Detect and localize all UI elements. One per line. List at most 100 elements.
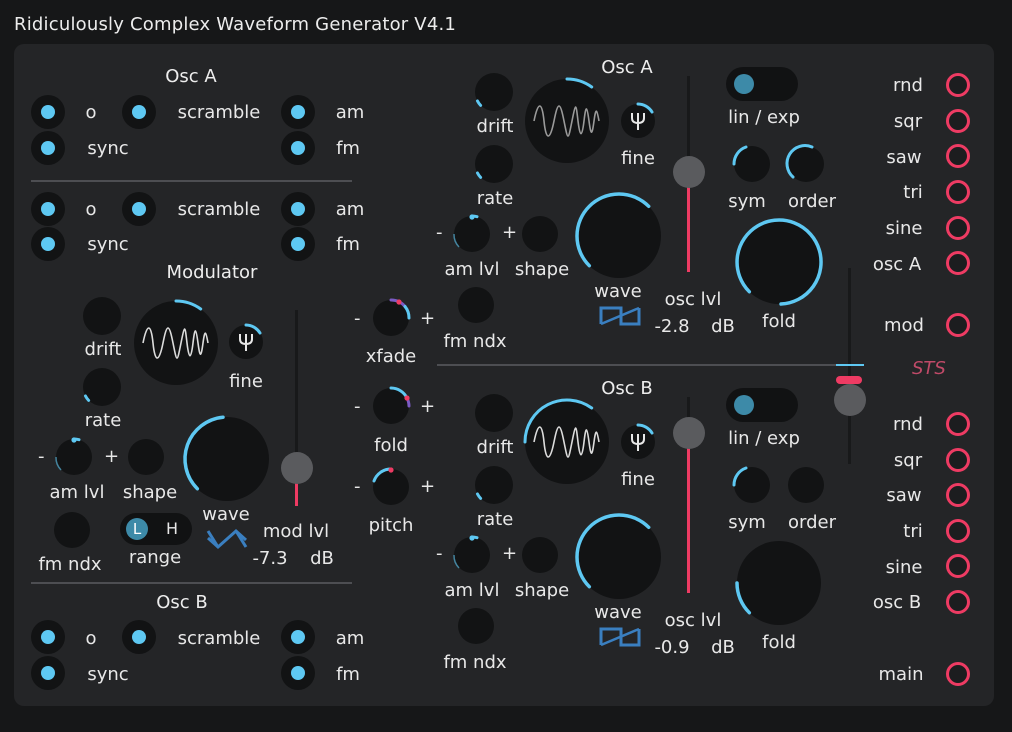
osc-a-fine-knob[interactable] — [618, 101, 658, 141]
out-a-0-label: rnd — [893, 75, 923, 96]
out-a-tri-jack[interactable] — [946, 180, 970, 204]
out-a-2-label: saw — [886, 147, 922, 168]
toggle-scramble-mid[interactable] — [122, 192, 156, 226]
osc-a-shape-label: shape — [514, 259, 570, 280]
out-b-5-label: osc B — [872, 592, 922, 613]
out-b-sqr-jack[interactable] — [946, 448, 970, 472]
out-b-4-label: sine — [885, 557, 923, 578]
toggle-am-a[interactable] — [281, 95, 315, 129]
sts-logo: STS — [912, 358, 946, 379]
osc-b-sym-knob[interactable] — [730, 463, 774, 507]
out-main-jack[interactable] — [946, 662, 970, 686]
toggle-sync-a[interactable] — [31, 131, 65, 165]
osc-b-fold-label: fold — [762, 632, 796, 653]
osc-b-lin-exp-switch[interactable] — [726, 388, 798, 422]
osc-b-fine-label: fine — [621, 469, 655, 490]
out-b-3-label: tri — [903, 521, 923, 542]
osc-b-fold-knob[interactable] — [732, 536, 826, 630]
out-a-5-label: osc A — [872, 254, 922, 275]
osc-a-fm-ndx-knob[interactable] — [454, 283, 498, 327]
out-a-saw-jack[interactable] — [946, 144, 970, 168]
osc-a-rate-label: rate — [476, 188, 514, 209]
toggle-sync-mid[interactable] — [31, 227, 65, 261]
osc-b-level-fader[interactable] — [673, 397, 705, 593]
mod-fm-ndx-label: fm ndx — [38, 554, 102, 575]
toggle-fm-a[interactable] — [281, 131, 315, 165]
osc-b-header-left: Osc B — [156, 592, 208, 613]
osc-a-am-lvl-knob[interactable] — [450, 212, 494, 256]
toggle-fm-b[interactable] — [281, 656, 315, 690]
fold-mix-minus: - — [354, 396, 361, 417]
osc-a-fold-label: fold — [762, 311, 796, 332]
mod-rate-knob[interactable] — [78, 363, 126, 411]
osc-b-rate-knob[interactable] — [470, 461, 518, 509]
toggle-fm-mid[interactable] — [281, 227, 315, 261]
toggle-am-b[interactable] — [281, 620, 315, 654]
out-b-rnd-jack[interactable] — [946, 412, 970, 436]
out-a-sqr-jack[interactable] — [946, 109, 970, 133]
out-a-osc-jack[interactable] — [946, 251, 970, 275]
osc-b-fm-ndx-label: fm ndx — [443, 652, 507, 673]
osc-a-fold-knob[interactable] — [732, 215, 826, 309]
osc-b-drift-label: drift — [476, 437, 514, 458]
osc-a-lin-exp-switch[interactable] — [726, 67, 798, 101]
range-switch[interactable]: L H — [120, 513, 192, 545]
osc-b-waveform-display[interactable] — [522, 397, 612, 487]
osc-a-order-knob[interactable] — [784, 142, 828, 186]
osc-a-level-fader[interactable] — [673, 76, 705, 272]
out-a-sine-jack[interactable] — [946, 216, 970, 240]
toggle-scramble-a[interactable] — [122, 95, 156, 129]
osc-b-square-wave-icon[interactable] — [599, 626, 641, 652]
xfade-knob[interactable] — [369, 296, 413, 340]
toggle-scramble-b[interactable] — [122, 620, 156, 654]
mod-am-minus: - — [38, 446, 45, 467]
toggle-o-a[interactable] — [31, 95, 65, 129]
mod-fine-knob[interactable] — [226, 322, 266, 362]
master-marker — [836, 364, 864, 366]
out-b-saw-jack[interactable] — [946, 483, 970, 507]
out-a-rnd-jack[interactable] — [946, 73, 970, 97]
pitch-knob[interactable] — [369, 465, 413, 509]
osc-b-am-lvl-knob[interactable] — [450, 533, 494, 577]
out-mod-jack[interactable] — [946, 313, 970, 337]
mod-level-fader[interactable] — [281, 310, 313, 506]
mod-wave-knob[interactable] — [180, 412, 274, 506]
osc-a-square-wave-icon[interactable] — [599, 305, 641, 331]
osc-b-drift-knob[interactable] — [470, 389, 518, 437]
osc-a-waveform-display[interactable] — [522, 76, 612, 166]
osc-b-shape-knob[interactable] — [518, 533, 562, 577]
mod-shape-knob[interactable] — [124, 435, 168, 479]
out-b-osc-jack[interactable] — [946, 590, 970, 614]
mod-waveform-display[interactable] — [131, 298, 221, 388]
osc-a-header: Osc A — [601, 57, 653, 78]
osc-a-wave-knob[interactable] — [572, 189, 666, 283]
toggle-sync-b[interactable] — [31, 656, 65, 690]
pitch-plus: + — [420, 476, 436, 497]
mod-am-lvl-knob[interactable] — [52, 435, 96, 479]
fold-mix-knob[interactable] — [369, 384, 413, 428]
mod-triangle-wave-icon[interactable] — [206, 528, 248, 554]
toggle-o-b[interactable] — [31, 620, 65, 654]
toggle-am-mid[interactable] — [281, 192, 315, 226]
mod-drift-knob[interactable] — [78, 292, 126, 340]
toggle-scramble-b-label: scramble — [177, 628, 261, 649]
out-b-tri-jack[interactable] — [946, 519, 970, 543]
master-fader[interactable] — [834, 268, 866, 464]
toggle-o-mid[interactable] — [31, 192, 65, 226]
out-a-3-label: tri — [903, 182, 923, 203]
osc-a-sym-knob[interactable] — [730, 142, 774, 186]
osc-a-drift-knob[interactable] — [470, 68, 518, 116]
out-b-sine-jack[interactable] — [946, 554, 970, 578]
mod-drift-label: drift — [84, 339, 122, 360]
osc-a-shape-knob[interactable] — [518, 212, 562, 256]
osc-b-fm-ndx-knob[interactable] — [454, 604, 498, 648]
fold-mix-label: fold — [374, 435, 408, 456]
osc-b-fine-knob[interactable] — [618, 422, 658, 462]
osc-a-fine-label: fine — [621, 148, 655, 169]
osc-b-order-knob[interactable] — [784, 463, 828, 507]
mod-fm-ndx-knob[interactable] — [50, 508, 94, 552]
out-a-4-label: sine — [885, 218, 923, 239]
osc-b-wave-knob[interactable] — [572, 510, 666, 604]
osc-a-rate-knob[interactable] — [470, 140, 518, 188]
osc-b-order-label: order — [788, 512, 836, 533]
